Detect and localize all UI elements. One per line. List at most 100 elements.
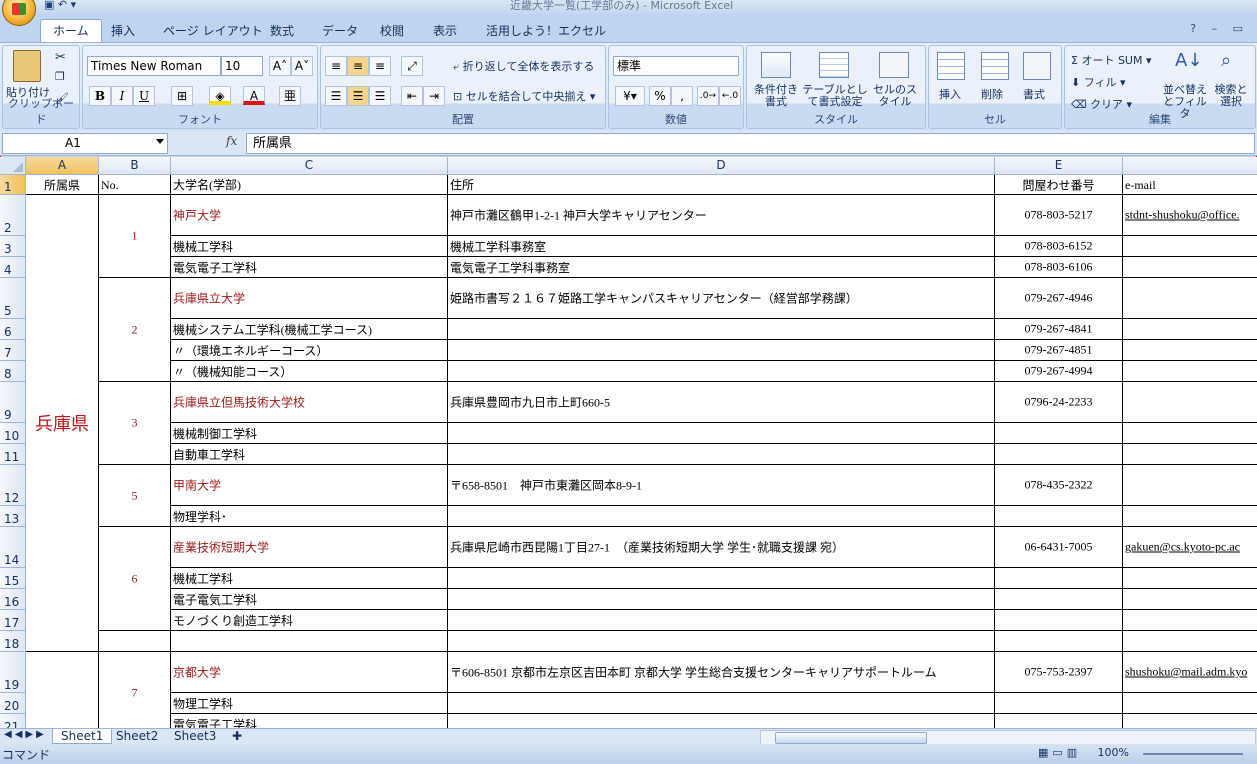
cell-f21[interactable] (1123, 714, 1257, 728)
row-header-8[interactable]: 8 (0, 361, 26, 382)
font-size-select[interactable]: 10 (221, 56, 263, 76)
cell-c16[interactable]: 電子電気工学科 (171, 589, 448, 610)
cell-b5[interactable]: 2 (99, 278, 171, 382)
insert-function-icon[interactable]: fx (226, 134, 237, 148)
cell-d2[interactable]: 神戸市灘区鶴甲1-2-1 神戸大学キャリアセンター (448, 195, 995, 236)
cell-e7[interactable]: 079-267-4851 (995, 340, 1123, 361)
autosum-button[interactable]: Σ オート SUM ▾ (1071, 52, 1152, 68)
cell-d20[interactable] (448, 693, 995, 714)
quick-access-toolbar[interactable]: ▣ ↶ ▾ (44, 0, 76, 11)
formula-input[interactable]: 所属県 (246, 133, 1255, 154)
cell-c2[interactable]: 神戸大学 (171, 195, 448, 236)
cell-d8[interactable] (448, 361, 995, 382)
cell-e3[interactable]: 078-803-6152 (995, 236, 1123, 257)
cell-c11[interactable]: 自動車工学科 (171, 444, 448, 465)
increase-indent-icon[interactable]: ⇥ (423, 86, 445, 106)
cell-d17[interactable] (448, 610, 995, 631)
cell-e5[interactable]: 079-267-4946 (995, 278, 1123, 319)
cell-c6[interactable]: 機械システム工学科(機械工学コース) (171, 319, 448, 340)
cell-b18[interactable] (99, 631, 171, 652)
cell-d7[interactable] (448, 340, 995, 361)
cell-c20[interactable]: 物理工学科 (171, 693, 448, 714)
format-button[interactable]: 書式 (1023, 86, 1045, 102)
cell-e11[interactable] (995, 444, 1123, 465)
format-cells-icon[interactable] (1023, 52, 1051, 80)
cell-e9[interactable]: 0796-24-2233 (995, 382, 1123, 423)
cell-c14[interactable]: 産業技術短期大学 (171, 527, 448, 568)
cell-d4[interactable]: 電気電子工学科事務室 (448, 257, 995, 278)
bold-button[interactable]: B (89, 86, 111, 106)
cell-c13[interactable]: 物理学科･ (171, 506, 448, 527)
copy-icon[interactable]: ❐ (55, 70, 65, 83)
tab-page-layout[interactable]: ページ レイアウト (163, 22, 263, 39)
insert-cells-icon[interactable] (937, 52, 965, 80)
tab-review[interactable]: 校閲 (380, 22, 404, 39)
row-header-4[interactable]: 4 (0, 257, 26, 278)
cell-f1[interactable]: e-mail (1123, 175, 1257, 195)
chevron-down-icon[interactable] (156, 139, 164, 144)
tab-data[interactable]: データ (322, 22, 358, 39)
underline-button[interactable]: U (133, 86, 155, 106)
cell-f14[interactable]: gakuen@cs.kyoto-pc.ac (1123, 527, 1257, 568)
align-top-icon[interactable]: ≡ (325, 56, 347, 76)
cell-d11[interactable] (448, 444, 995, 465)
wrap-text-button[interactable]: ⤶ 折り返して全体を表示する (453, 58, 594, 74)
insert-button[interactable]: 挿入 (939, 86, 961, 102)
cell-d10[interactable] (448, 423, 995, 444)
scroll-thumb[interactable] (775, 732, 927, 744)
conditional-format-icon[interactable] (761, 52, 791, 78)
cell-e19[interactable]: 075-753-2397 (995, 652, 1123, 693)
column-header-c[interactable]: C (171, 157, 448, 175)
tab-formulas[interactable]: 数式 (270, 22, 294, 39)
zoom-level[interactable]: 100% (1098, 746, 1129, 759)
row-header-3[interactable]: 3 (0, 236, 26, 257)
clear-button[interactable]: ⌫ クリア ▾ (1071, 96, 1132, 112)
cell-f15[interactable] (1123, 568, 1257, 589)
name-box[interactable]: A1 (2, 133, 168, 154)
cell-c9[interactable]: 兵庫県立但馬技術大学校 (171, 382, 448, 423)
cell-d5[interactable]: 姫路市書写２１６７姫路工学キャンパスキャリアセンター（経営部学務課） (448, 278, 995, 319)
cell-f19[interactable]: shushoku@mail.adm.kyo (1123, 652, 1257, 693)
cell-e20[interactable] (995, 693, 1123, 714)
cell-d13[interactable] (448, 506, 995, 527)
horizontal-scrollbar[interactable] (760, 730, 1256, 745)
column-header-e[interactable]: E (995, 157, 1123, 175)
cell-f18[interactable] (1123, 631, 1257, 652)
table-format-button[interactable]: テーブルとして書式設定 (801, 84, 869, 108)
select-all-button[interactable] (0, 157, 26, 175)
row-header-19[interactable]: 19 (0, 652, 26, 693)
cell-f8[interactable] (1123, 361, 1257, 382)
cell-c10[interactable]: 機械制御工学科 (171, 423, 448, 444)
cell-c7[interactable]: 〃（環境エネルギーコース） (171, 340, 448, 361)
cell-b1[interactable]: No. (99, 175, 171, 195)
merge-center-button[interactable]: ⊡ セルを結合して中央揃え ▾ (453, 88, 595, 104)
view-buttons-icon[interactable]: ▦▭▥ (1038, 746, 1081, 759)
cell-e10[interactable] (995, 423, 1123, 444)
row-header-5[interactable]: 5 (0, 278, 26, 319)
column-header-b[interactable]: B (99, 157, 171, 175)
cell-e1[interactable]: 問屋わせ番号 (995, 175, 1123, 195)
cell-f7[interactable] (1123, 340, 1257, 361)
sheet-tab-1[interactable]: Sheet1 (52, 729, 113, 744)
decrease-indent-icon[interactable]: ⇤ (401, 86, 423, 106)
cell-c12[interactable]: 甲南大学 (171, 465, 448, 506)
column-header-f[interactable] (1123, 157, 1257, 175)
cell-f4[interactable] (1123, 257, 1257, 278)
border-icon[interactable]: ⊞ (171, 86, 193, 106)
row-header-6[interactable]: 6 (0, 319, 26, 340)
cell-c15[interactable]: 機械工学科 (171, 568, 448, 589)
cell-c4[interactable]: 電気電子工学科 (171, 257, 448, 278)
cell-d14[interactable]: 兵庫県尼崎市西昆陽1丁目27-1 （産業技術短期大学 学生･就職支援課 宛） (448, 527, 995, 568)
zoom-slider[interactable] (1143, 753, 1243, 755)
currency-icon[interactable]: ¥▾ (615, 86, 645, 106)
align-right-icon[interactable]: ☰ (369, 86, 391, 106)
row-header-13[interactable]: 13 (0, 506, 26, 527)
cell-e16[interactable] (995, 589, 1123, 610)
cell-c5[interactable]: 兵庫県立大学 (171, 278, 448, 319)
sheet-tab-3[interactable]: Sheet3 (166, 729, 224, 743)
delete-cells-icon[interactable] (981, 52, 1009, 80)
cell-c18[interactable] (171, 631, 448, 652)
row-header-10[interactable]: 10 (0, 423, 26, 444)
cell-f12[interactable] (1123, 465, 1257, 506)
cell-a1[interactable]: 所属県 (26, 175, 99, 195)
